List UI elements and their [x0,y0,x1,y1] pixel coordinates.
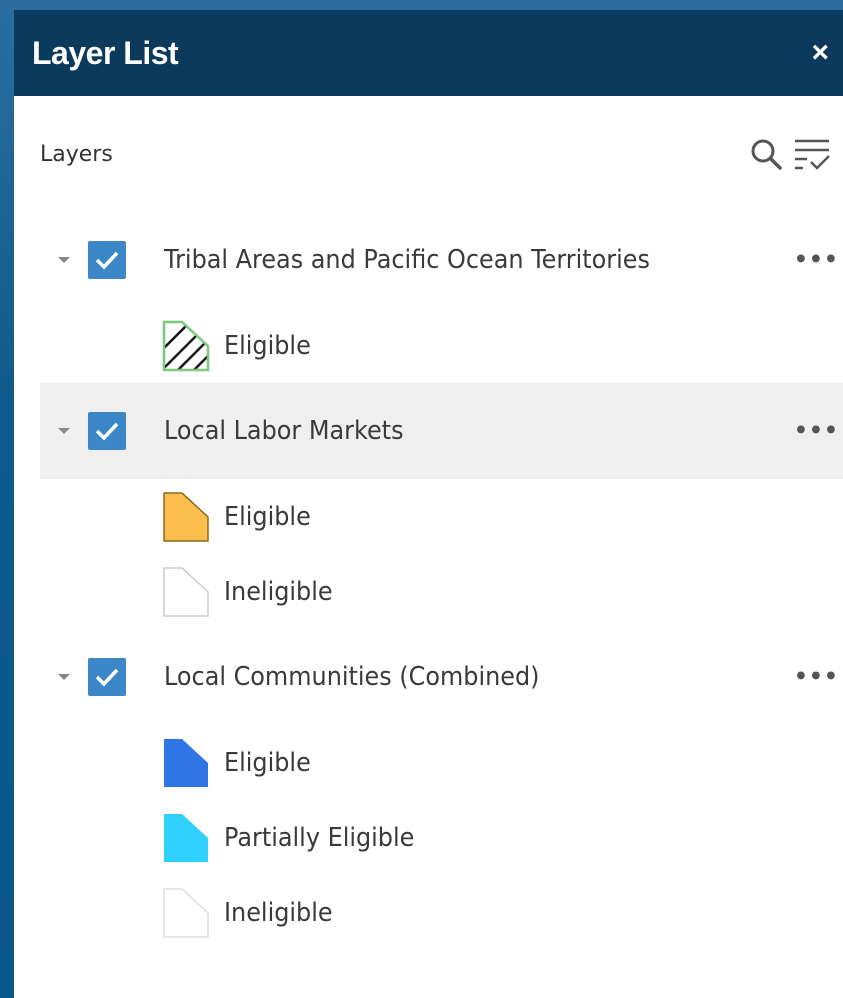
legend-label: Eligible [224,330,311,361]
layer-title: Local Communities (Combined) [164,662,540,692]
legend-item: Eligible [162,479,843,554]
panel-title: Layer List [32,34,179,71]
polygon-swatch-icon [163,887,209,938]
layers-toolbar: Layers [14,96,843,212]
layer-row-local-communities[interactable]: Local Communities (Combined) ••• [40,629,843,725]
caret-down-icon[interactable] [56,255,76,265]
layer-title: Tribal Areas and Pacific Ocean Territori… [164,245,650,275]
polygon-swatch-icon [164,813,208,862]
polygon-swatch-icon [164,738,208,787]
legend-label: Ineligible [224,576,333,607]
checkmark-icon [95,668,119,687]
polygon-swatch-icon [163,566,209,617]
legend-label: Ineligible [224,897,333,928]
layer-visibility-checkbox[interactable] [88,241,126,279]
layer-visibility-checkbox[interactable] [88,658,126,696]
more-options-icon[interactable]: ••• [794,248,839,273]
toolbar-actions [749,135,831,173]
legend-label: Eligible [224,747,311,778]
filter-list-icon[interactable] [793,135,831,173]
layer-list-panel: Layer List × Layers Tribal Areas and Pac… [14,10,843,998]
layer-row-local-labor-markets[interactable]: Local Labor Markets ••• [40,383,843,479]
layers-label: Layers [40,141,113,167]
legend-label: Partially Eligible [224,822,415,853]
hatched-swatch-icon [162,320,210,371]
legend-label: Eligible [224,501,311,532]
more-options-icon[interactable]: ••• [794,665,839,690]
checkmark-icon [95,422,119,441]
close-button[interactable]: × [811,38,829,68]
checkmark-icon [95,251,119,270]
layer-visibility-checkbox[interactable] [88,412,126,450]
search-icon[interactable] [749,137,783,171]
legend-list-local-communities: Eligible Partially Eligible Ineligible [162,725,843,950]
layer-title: Local Labor Markets [164,416,404,446]
more-options-icon[interactable]: ••• [794,419,839,444]
caret-down-icon[interactable] [56,672,76,682]
legend-list-tribal-areas: Eligible [162,308,843,383]
legend-item: Ineligible [162,875,843,950]
legend-item: Eligible [162,725,843,800]
layer-row-tribal-areas[interactable]: Tribal Areas and Pacific Ocean Territori… [40,212,843,308]
legend-item: Ineligible [162,554,843,629]
caret-down-icon[interactable] [56,426,76,436]
legend-item: Partially Eligible [162,800,843,875]
panel-header: Layer List × [14,10,843,96]
polygon-swatch-icon [163,491,209,542]
legend-list-local-labor-markets: Eligible Ineligible [162,479,843,629]
legend-item: Eligible [162,308,843,383]
